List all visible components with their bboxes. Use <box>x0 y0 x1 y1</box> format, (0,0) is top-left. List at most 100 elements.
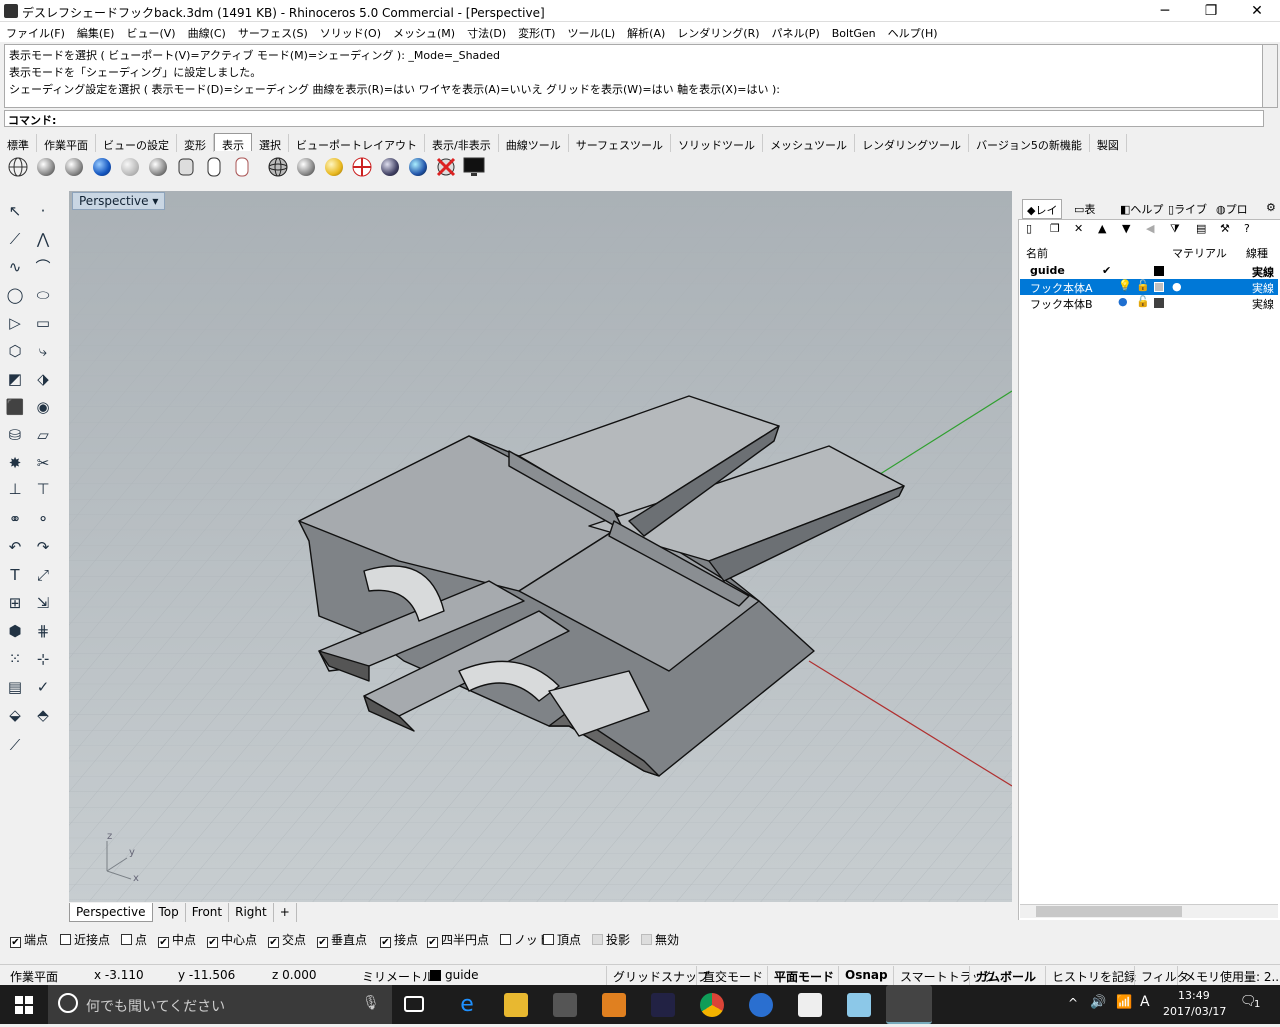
osnap-cen[interactable]: ✔ 中心点 <box>207 931 257 948</box>
filter-icon[interactable]: ⧩ <box>1170 222 1180 236</box>
layer-color-swatch[interactable] <box>1154 298 1164 308</box>
chrome-icon[interactable] <box>700 993 724 1017</box>
osnap-checkbox[interactable] <box>641 934 652 945</box>
ortho-button[interactable]: 直交モード <box>696 966 769 985</box>
command-line[interactable]: コマンド: <box>4 110 1264 127</box>
check-icon[interactable]: ✓ <box>31 675 55 699</box>
fillet-curve-icon[interactable]: ⤷ <box>31 339 55 363</box>
osnap-near[interactable]: 近接点 <box>60 931 110 948</box>
osnap-checkbox[interactable] <box>60 934 71 945</box>
rendered-mode-icon[interactable] <box>62 155 86 179</box>
current-layer[interactable]: guide <box>445 968 479 982</box>
arc-icon[interactable]: ▷ <box>3 311 27 335</box>
osnap-mid[interactable]: ✔ 中点 <box>158 931 196 948</box>
ellipse-icon[interactable]: ⬭ <box>31 283 55 307</box>
point-icon[interactable]: · <box>31 199 55 223</box>
tab-libraries[interactable]: ▯ライブ <box>1164 199 1211 219</box>
store-icon[interactable] <box>553 993 577 1017</box>
move-up-icon[interactable]: ▲ <box>1098 222 1106 235</box>
menu-curve[interactable]: 曲線(C) <box>182 22 232 41</box>
media-player-icon[interactable] <box>602 993 626 1017</box>
curvature-icon[interactable] <box>406 155 430 179</box>
mesh-sphere-icon[interactable] <box>266 155 290 179</box>
monitor-icon[interactable] <box>462 155 486 179</box>
pen-mode-icon[interactable] <box>230 155 254 179</box>
tab-drafting[interactable]: 製図 <box>1090 134 1127 152</box>
curve-icon[interactable]: ⋀ <box>31 227 55 251</box>
material-icon[interactable]: ● <box>1172 280 1182 293</box>
thunderbird-icon[interactable] <box>749 993 773 1017</box>
cplane-label[interactable]: 作業平面 <box>10 968 58 985</box>
microphone-icon[interactable]: 🎙 <box>362 995 380 1011</box>
select-arrow-icon[interactable]: ↖ <box>3 199 27 223</box>
layer-row[interactable]: guide ✔ 実線 <box>1020 263 1278 279</box>
menu-help[interactable]: ヘルプ(H) <box>882 22 944 41</box>
menu-tools[interactable]: ツール(L) <box>561 22 621 41</box>
osnap-checkbox[interactable]: ✔ <box>317 937 328 948</box>
menu-render[interactable]: レンダリング(R) <box>671 22 765 41</box>
xray-mode-icon[interactable] <box>146 155 170 179</box>
tab-solid-tools[interactable]: ソリッドツール <box>671 134 764 152</box>
clock-date[interactable]: 2017/03/17 <box>1163 1005 1226 1018</box>
gold-sphere-icon[interactable] <box>322 155 346 179</box>
menu-surface[interactable]: サーフェス(S) <box>232 22 314 41</box>
network-icon[interactable]: 📶 <box>1116 995 1132 1010</box>
clock-time[interactable]: 13:49 <box>1178 989 1210 1002</box>
app-icon[interactable] <box>651 993 675 1017</box>
dimension-icon[interactable]: ⤢ <box>31 563 55 587</box>
group-icon[interactable]: ⚭ <box>3 507 27 531</box>
solid-box-icon[interactable]: ⬢ <box>3 619 27 643</box>
osnap-disable[interactable]: 無効 <box>641 931 679 948</box>
trim-icon[interactable]: ✂ <box>31 451 55 475</box>
join-icon[interactable]: ⊤ <box>31 477 55 501</box>
command-history[interactable]: 表示モードを選択 ( ビューポート(V)=アクティブ モード(M)=シェーディン… <box>4 44 1264 108</box>
tab-render-tools[interactable]: レンダリングツール <box>855 134 970 152</box>
tab-viewport-layout[interactable]: ビューポートレイアウト <box>289 134 425 152</box>
scale-icon[interactable]: ⇲ <box>31 591 55 615</box>
lightbulb-icon[interactable]: ● <box>1118 295 1128 308</box>
osnap-int[interactable]: ✔ 交点 <box>268 931 306 948</box>
menu-file[interactable]: ファイル(F) <box>0 22 71 41</box>
layout-icon[interactable]: ▤ <box>3 675 27 699</box>
ungroup-icon[interactable]: ⚬ <box>31 507 55 531</box>
menu-view[interactable]: ビュー(V) <box>120 22 181 41</box>
menu-panels[interactable]: パネル(P) <box>766 22 826 41</box>
layer-color-swatch[interactable] <box>1154 266 1164 276</box>
new-layer-icon[interactable]: ▯ <box>1026 222 1032 235</box>
osnap-checkbox[interactable] <box>543 934 554 945</box>
move-down-icon[interactable]: ▼ <box>1122 222 1130 235</box>
tab-mesh-tools[interactable]: メッシュツール <box>763 134 856 152</box>
edge-icon[interactable]: e <box>455 993 479 1017</box>
chevron-up-icon[interactable]: ^ <box>1068 996 1078 1010</box>
line-icon[interactable]: ⟋ <box>3 733 27 757</box>
points-grid-icon[interactable]: ⁙ <box>3 647 27 671</box>
current-layer-check[interactable]: ✔ <box>1102 264 1111 277</box>
grid-icon[interactable]: ⋕ <box>31 619 55 643</box>
calculator-icon[interactable] <box>798 993 822 1017</box>
tab-help[interactable]: ◧ヘルプ <box>1116 199 1167 219</box>
paint-icon[interactable]: ⬘ <box>31 703 55 727</box>
fillet-icon[interactable]: ↶ <box>3 535 27 559</box>
menu-dimension[interactable]: 寸法(D) <box>461 22 512 41</box>
draft-angle-icon[interactable] <box>434 155 458 179</box>
menu-analyze[interactable]: 解析(A) <box>621 22 671 41</box>
task-view-icon[interactable] <box>404 996 424 1012</box>
tab-transform[interactable]: 変形 <box>177 134 214 152</box>
layer-color-swatch[interactable] <box>1154 282 1164 292</box>
polyline-icon[interactable]: ⟋ <box>3 227 27 251</box>
record-history-button[interactable]: ヒストリを記録 <box>1045 966 1142 985</box>
polygon-icon[interactable]: ⬡ <box>3 339 27 363</box>
explode-icon[interactable]: ✸ <box>3 451 27 475</box>
osnap-checkbox[interactable]: ✔ <box>380 937 391 948</box>
unlock-icon[interactable]: 🔓 <box>1136 295 1150 308</box>
tab-front[interactable]: Front <box>186 903 230 922</box>
tools-icon[interactable]: ⚒ <box>1220 222 1230 235</box>
tab-layers[interactable]: ◆レイ <box>1022 199 1063 219</box>
osnap-quad[interactable]: ✔ 四半円点 <box>427 931 489 948</box>
delete-layer-icon[interactable]: ✕ <box>1074 222 1083 235</box>
tab-perspective[interactable]: Perspective <box>69 903 153 922</box>
tab-surface-tools[interactable]: サーフェスツール <box>569 134 672 152</box>
ime-indicator[interactable]: A <box>1140 994 1150 1010</box>
chevron-down-icon[interactable]: ▾ <box>152 194 158 208</box>
tab-right[interactable]: Right <box>229 903 274 922</box>
